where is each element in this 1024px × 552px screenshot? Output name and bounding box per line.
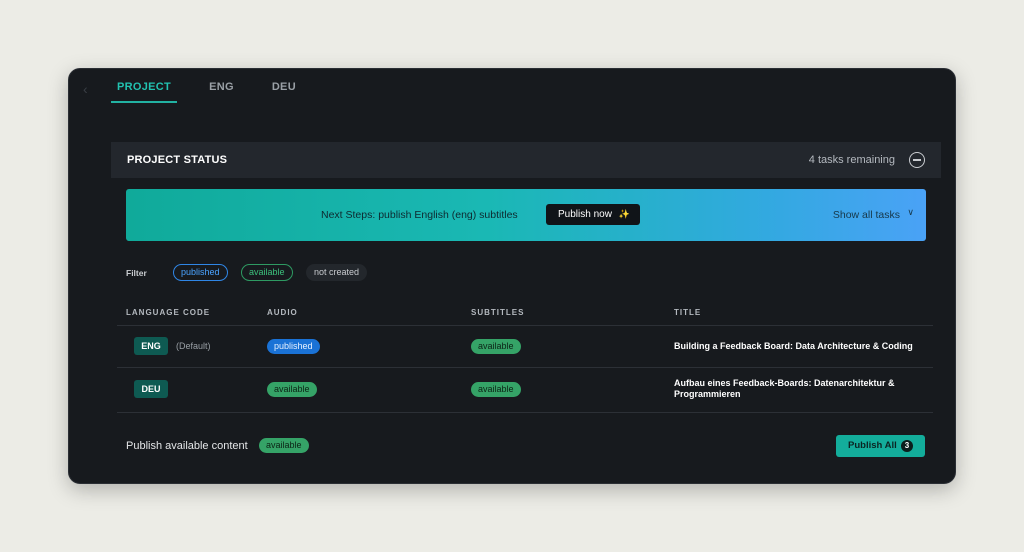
sparkle-icon: ✨ <box>618 209 630 219</box>
audio-status: published <box>267 339 320 354</box>
publish-all-button[interactable]: Publish All 3 <box>836 435 925 457</box>
row-divider <box>117 325 933 326</box>
status-title: PROJECT STATUS <box>127 154 228 166</box>
project-status-header: PROJECT STATUS 4 tasks remaining <box>111 142 941 178</box>
filter-published[interactable]: published <box>173 264 228 281</box>
next-steps-text: Next Steps: publish English (eng) subtit… <box>321 209 518 221</box>
title-cell: Aufbau eines Feedback-Boards: Datenarchi… <box>674 378 895 399</box>
publish-now-button[interactable]: Publish now ✨ <box>546 204 640 225</box>
subtitles-status: available <box>471 339 521 354</box>
title-cell: Building a Feedback Board: Data Architec… <box>674 341 913 351</box>
tab-bar: PROJECT ENG DEU <box>111 79 328 103</box>
back-chevron-icon[interactable]: ‹ <box>83 81 95 97</box>
audio-status: available <box>267 382 317 397</box>
column-header-audio: AUDIO <box>267 308 298 317</box>
tab-deu[interactable]: DEU <box>266 79 302 101</box>
chevron-down-icon[interactable]: ∨ <box>907 207 914 218</box>
tab-project[interactable]: PROJECT <box>111 79 178 103</box>
tab-eng[interactable]: ENG <box>203 79 240 101</box>
count-badge: 3 <box>901 440 913 452</box>
tasks-remaining: 4 tasks remaining <box>808 154 895 166</box>
default-label: (Default) <box>176 341 211 351</box>
footer-status-badge: available <box>259 438 309 453</box>
column-header-language-code: LANGUAGE CODE <box>126 308 211 317</box>
publish-now-label: Publish now <box>558 209 612 220</box>
column-header-title: TITLE <box>674 308 702 317</box>
publish-available-label: Publish available content <box>126 440 248 452</box>
row-divider <box>117 412 933 413</box>
filter-label: Filter <box>126 268 147 278</box>
column-header-subtitles: SUBTITLES <box>471 308 525 317</box>
app-window: ‹ PROJECT ENG DEU PROJECT STATUS 4 tasks… <box>68 68 956 484</box>
language-code-badge: ENG <box>134 337 168 355</box>
collapse-icon[interactable] <box>909 152 925 168</box>
filter-available[interactable]: available <box>241 264 293 281</box>
show-all-tasks-link[interactable]: Show all tasks <box>833 209 900 221</box>
subtitles-status: available <box>471 382 521 397</box>
publish-all-label: Publish All <box>848 440 897 451</box>
filter-not-created[interactable]: not created <box>306 264 368 281</box>
language-code-badge: DEU <box>134 380 168 398</box>
row-divider <box>117 367 933 368</box>
next-steps-banner: Next Steps: publish English (eng) subtit… <box>126 189 926 241</box>
